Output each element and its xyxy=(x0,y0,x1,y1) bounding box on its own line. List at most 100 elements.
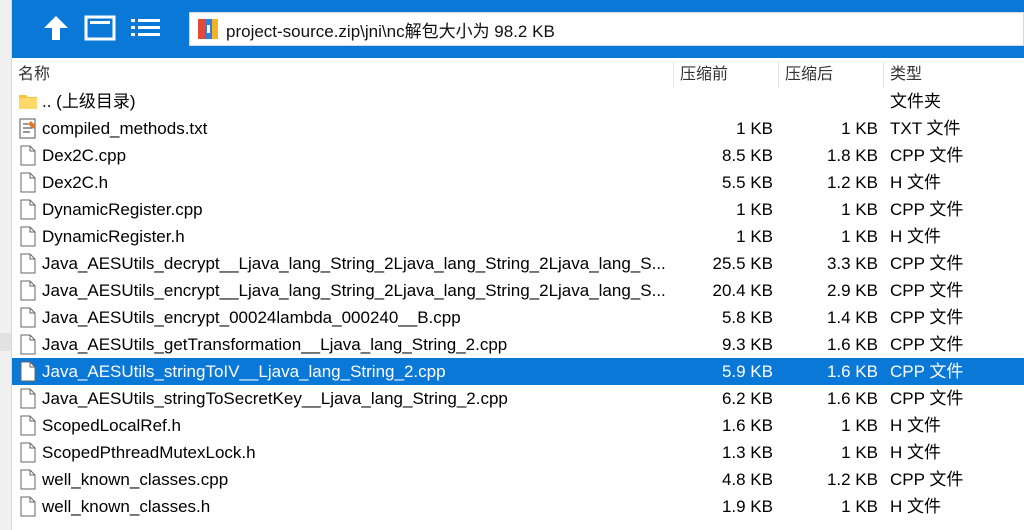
list-view-button[interactable] xyxy=(128,10,164,46)
file-name: ScopedLocalRef.h xyxy=(42,416,181,435)
file-row[interactable]: well_known_classes.h 1.9 KB 1 KB H 文件 xyxy=(12,493,1024,520)
address-bar[interactable]: project-source.zip\jni\nc解包大小为 98.2 KB xyxy=(189,12,1024,46)
file-row[interactable]: well_known_classes.cpp 4.8 KB 1.2 KB CPP 文件 xyxy=(12,466,1024,493)
file-type: CPP 文件 xyxy=(890,470,964,489)
file-compressed-size: 25.5 KB xyxy=(712,254,774,273)
file-name: DynamicRegister.h xyxy=(42,227,185,246)
file-name: Java_AESUtils_stringToIV__Ljava_lang_Str… xyxy=(42,362,446,381)
file-row[interactable]: Java_AESUtils_decrypt__Ljava_lang_String… xyxy=(12,250,1024,277)
address-path: project-source.zip\jni\nc解包大小为 98.2 KB xyxy=(226,21,555,41)
toolbar: project-source.zip\jni\nc解包大小为 98.2 KB xyxy=(12,0,1024,58)
file-row[interactable]: Dex2C.cpp 8.5 KB 1.8 KB CPP 文件 xyxy=(12,142,1024,169)
file-compressed-size: 20.4 KB xyxy=(712,281,774,300)
file-type: CPP 文件 xyxy=(890,308,964,327)
file-row[interactable]: Java_AESUtils_stringToSecretKey__Ljava_l… xyxy=(12,385,1024,412)
file-row[interactable]: .. (上级目录) 文件夹 xyxy=(12,88,1024,115)
file-icon xyxy=(18,172,38,193)
file-row[interactable]: Java_AESUtils_encrypt_00024lambda_000240… xyxy=(12,304,1024,331)
file-type: TXT 文件 xyxy=(890,119,961,138)
file-icon xyxy=(18,199,38,220)
file-icon xyxy=(18,415,38,436)
file-type: CPP 文件 xyxy=(890,362,964,381)
file-name: Dex2C.cpp xyxy=(42,146,127,165)
file-compressed-size: 5.9 KB xyxy=(721,362,773,381)
file-packed-size: 1 KB xyxy=(841,200,878,219)
file-compressed-size: 9.3 KB xyxy=(721,335,773,354)
file-packed-size: 1.6 KB xyxy=(826,335,878,354)
file-icon xyxy=(18,469,38,490)
file-compressed-size: 5.8 KB xyxy=(721,308,773,327)
file-icon xyxy=(18,334,38,355)
file-compressed-size: 6.2 KB xyxy=(721,389,773,408)
file-row[interactable]: Java_AESUtils_getTransformation__Ljava_l… xyxy=(12,331,1024,358)
file-compressed-size: 8.5 KB xyxy=(721,146,773,165)
file-icon xyxy=(18,280,38,301)
file-name: Java_AESUtils_encrypt_00024lambda_000240… xyxy=(42,308,461,327)
file-packed-size: 1.6 KB xyxy=(826,362,878,381)
text-file-icon xyxy=(18,118,38,139)
file-packed-size: 1.2 KB xyxy=(826,173,878,192)
file-row[interactable]: ScopedPthreadMutexLock.h 1.3 KB 1 KB H 文件 xyxy=(12,439,1024,466)
file-packed-size: 1 KB xyxy=(841,119,878,138)
details-view-icon xyxy=(84,15,116,41)
column-compressed[interactable]: 压缩前 xyxy=(674,62,779,88)
file-row[interactable]: Dex2C.h 5.5 KB 1.2 KB H 文件 xyxy=(12,169,1024,196)
file-name: Java_AESUtils_encrypt__Ljava_lang_String… xyxy=(42,281,666,300)
file-icon xyxy=(18,145,38,166)
file-compressed-size: 1 KB xyxy=(736,200,773,219)
file-icon xyxy=(18,442,38,463)
list-view-icon xyxy=(131,19,160,36)
file-row[interactable]: Java_AESUtils_encrypt__Ljava_lang_String… xyxy=(12,277,1024,304)
file-type: CPP 文件 xyxy=(890,389,964,408)
file-name: Java_AESUtils_decrypt__Ljava_lang_String… xyxy=(42,254,666,273)
file-row[interactable]: compiled_methods.txt 1 KB 1 KB TXT 文件 xyxy=(12,115,1024,142)
arrow-up-icon xyxy=(44,16,68,40)
file-packed-size: 1 KB xyxy=(841,497,878,516)
file-packed-size: 1.2 KB xyxy=(826,470,878,489)
file-name: ScopedPthreadMutexLock.h xyxy=(42,443,256,462)
file-row[interactable]: DynamicRegister.h 1 KB 1 KB H 文件 xyxy=(12,223,1024,250)
file-packed-size: 1 KB xyxy=(841,416,878,435)
file-icon xyxy=(18,253,38,274)
file-row[interactable]: DynamicRegister.cpp 1 KB 1 KB CPP 文件 xyxy=(12,196,1024,223)
file-icon xyxy=(18,496,38,517)
file-type: CPP 文件 xyxy=(890,200,964,219)
file-name: compiled_methods.txt xyxy=(42,119,208,138)
file-packed-size: 1 KB xyxy=(841,227,878,246)
column-type[interactable]: 类型 xyxy=(884,62,1024,88)
file-compressed-size: 1.3 KB xyxy=(721,443,773,462)
details-view-button[interactable] xyxy=(82,10,118,46)
file-type: H 文件 xyxy=(890,173,941,192)
file-packed-size: 1.4 KB xyxy=(826,308,878,327)
file-compressed-size: 5.5 KB xyxy=(721,173,773,192)
file-row[interactable]: ScopedLocalRef.h 1.6 KB 1 KB H 文件 xyxy=(12,412,1024,439)
background-window-fragment xyxy=(0,333,11,351)
file-type: 文件夹 xyxy=(890,92,941,111)
file-name: Java_AESUtils_getTransformation__Ljava_l… xyxy=(42,335,508,354)
file-packed-size: 2.9 KB xyxy=(826,281,878,300)
folder-icon xyxy=(18,91,38,112)
zip-archive-icon xyxy=(198,19,218,39)
file-packed-size: 1 KB xyxy=(841,443,878,462)
file-row[interactable]: Java_AESUtils_stringToIV__Ljava_lang_Str… xyxy=(12,358,1024,385)
file-compressed-size: 1.6 KB xyxy=(721,416,773,435)
file-type: H 文件 xyxy=(890,497,941,516)
column-name[interactable]: 名称 xyxy=(12,62,674,88)
file-list: .. (上级目录) 文件夹 compiled_methods.txt 1 KB 1 KB… xyxy=(12,88,1024,520)
up-button[interactable] xyxy=(38,10,74,46)
file-name: .. (上级目录) xyxy=(42,92,136,111)
column-size[interactable]: 压缩后 xyxy=(779,62,884,88)
file-type: CPP 文件 xyxy=(890,335,964,354)
file-name: DynamicRegister.cpp xyxy=(42,200,203,219)
file-compressed-size: 1.9 KB xyxy=(721,497,773,516)
file-name: Dex2C.h xyxy=(42,173,109,192)
file-icon xyxy=(18,226,38,247)
file-icon xyxy=(18,307,38,328)
file-type: CPP 文件 xyxy=(890,146,964,165)
file-packed-size: 1.6 KB xyxy=(826,389,878,408)
file-name: Java_AESUtils_stringToSecretKey__Ljava_l… xyxy=(42,389,508,408)
column-header: 名称 压缩前 压缩后 类型 xyxy=(12,62,1024,88)
left-window-edge xyxy=(0,0,12,530)
file-type: CPP 文件 xyxy=(890,281,964,300)
file-type: H 文件 xyxy=(890,227,941,246)
